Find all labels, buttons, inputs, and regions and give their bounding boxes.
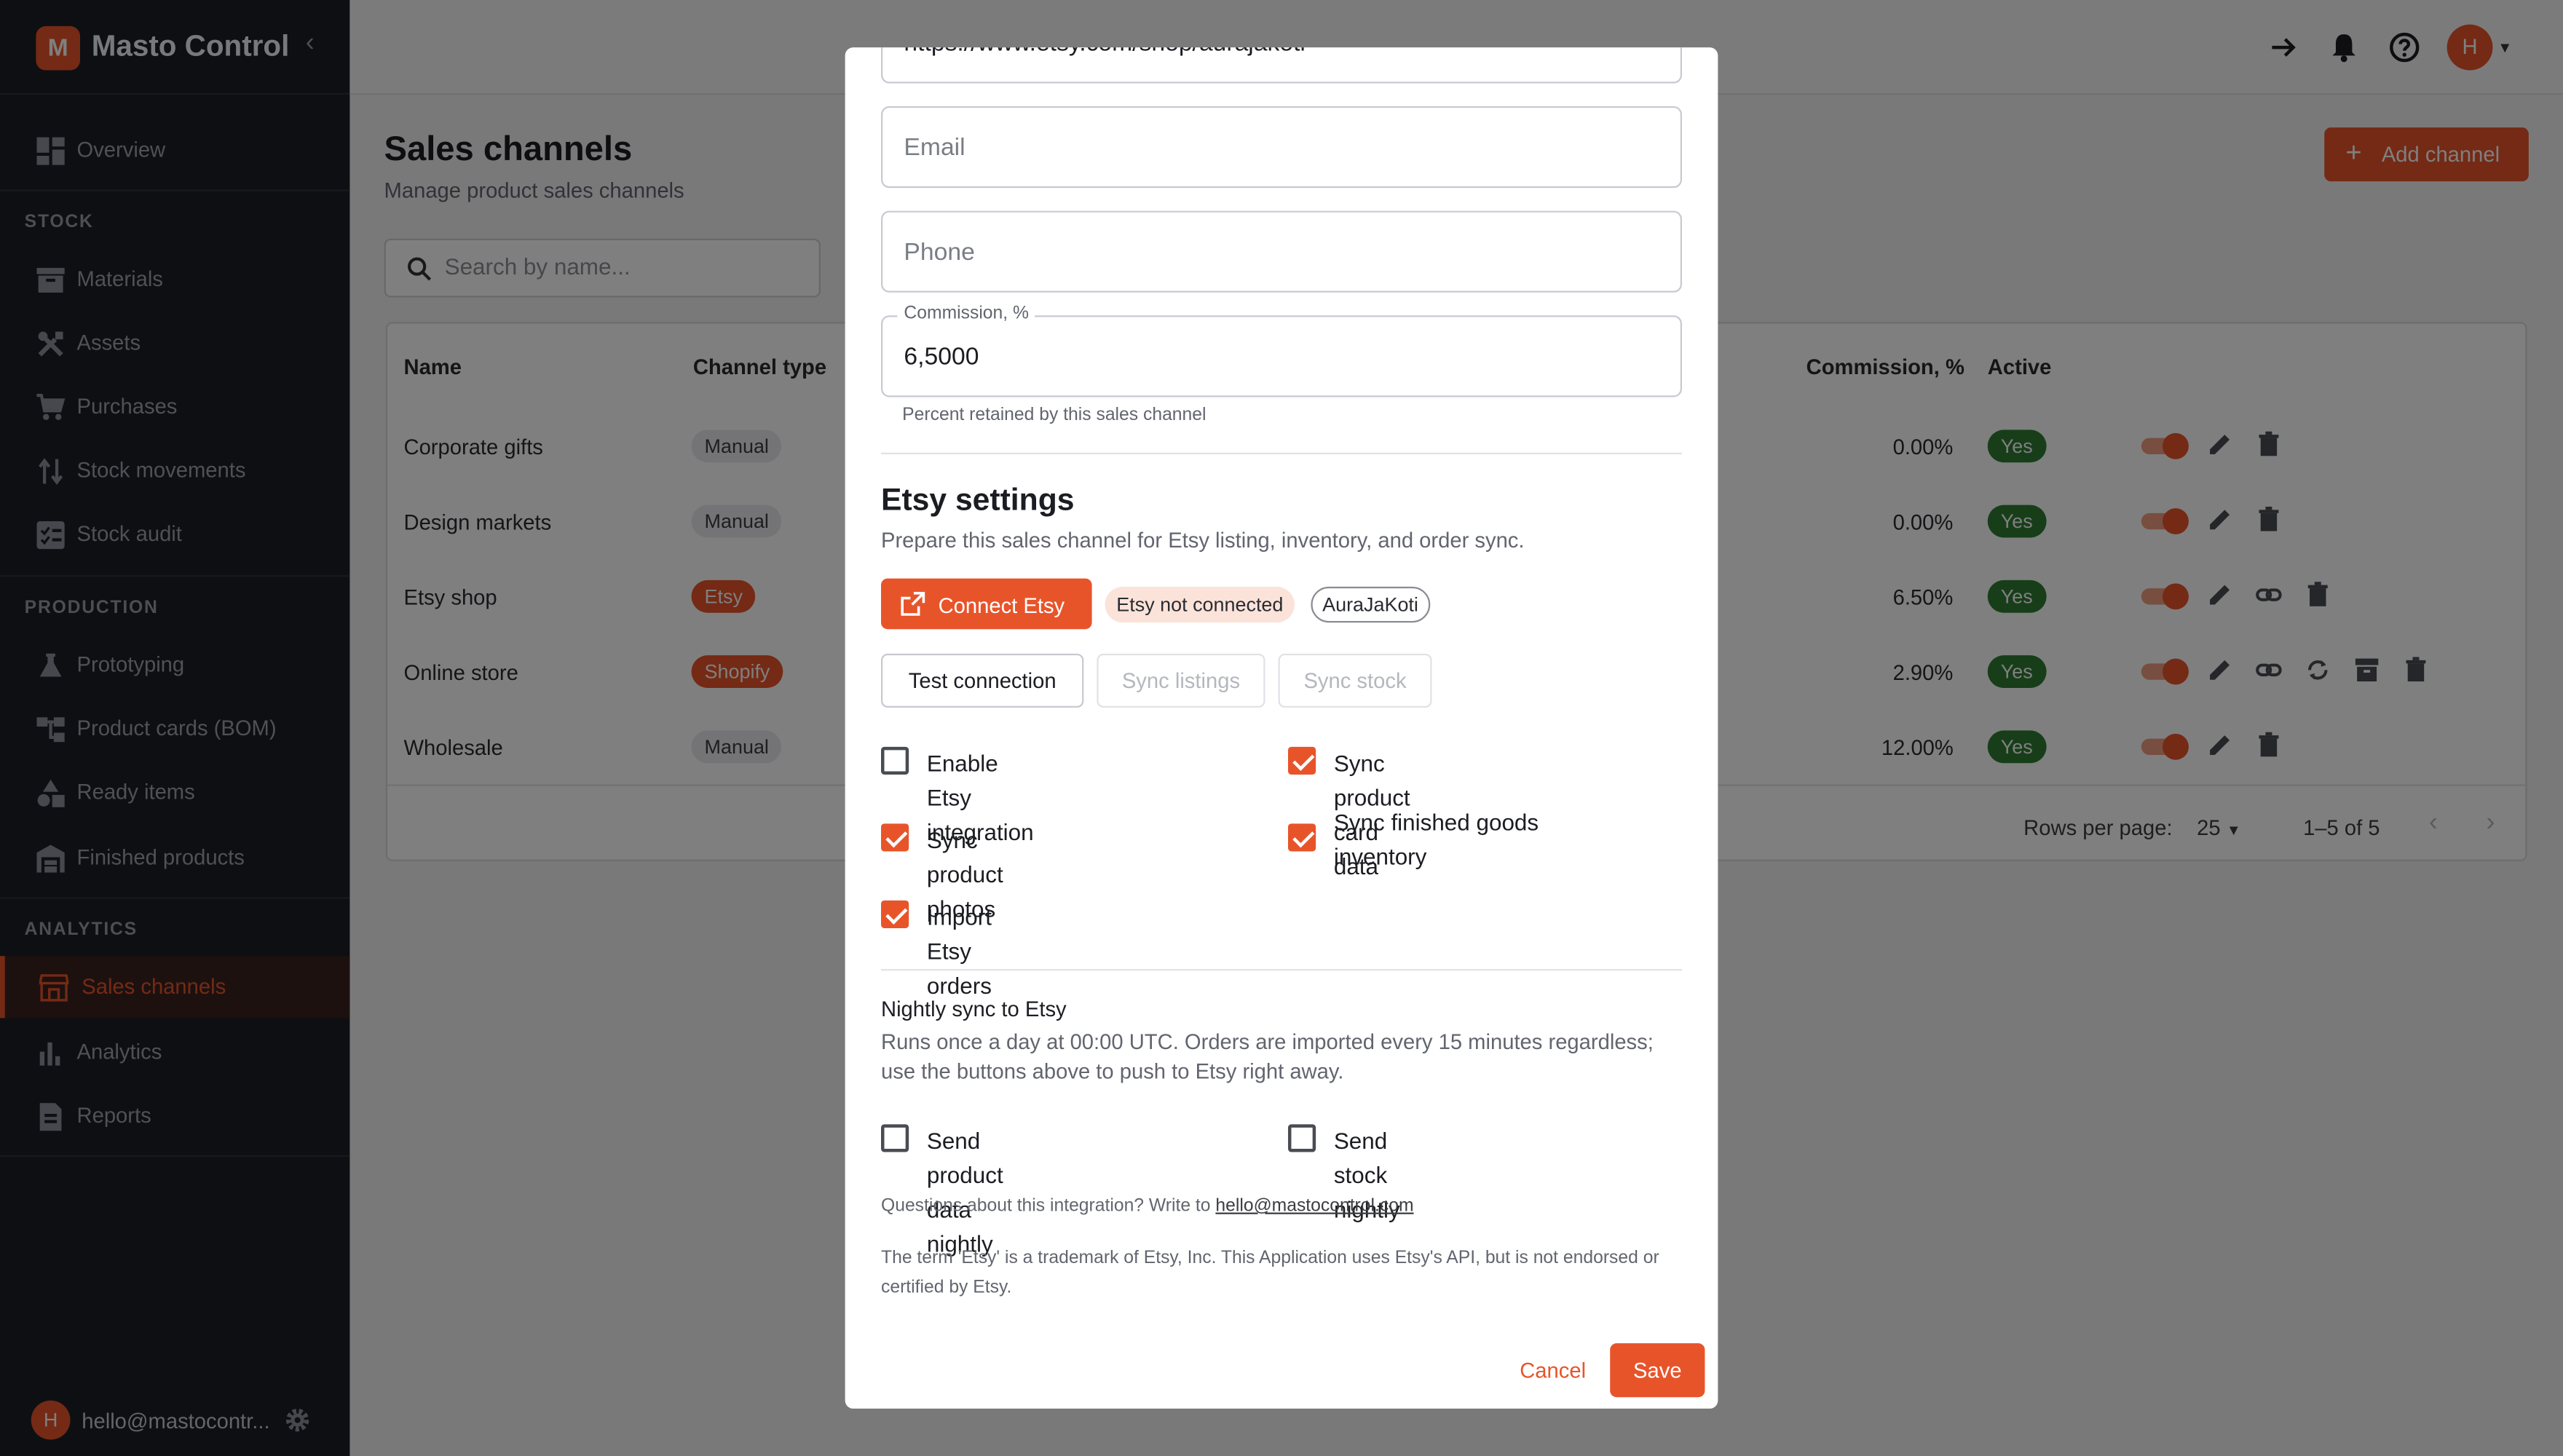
commission-helper: Percent retained by this sales channel [902,405,1207,425]
email-field[interactable]: Email [881,106,1683,189]
phone-field[interactable]: Phone [881,210,1683,293]
commission-label: Commission, % [897,304,1035,324]
cancel-button[interactable]: Cancel [1502,1343,1603,1397]
trademark-note: The term 'Etsy' is a trademark of Etsy, … [881,1248,1659,1298]
commission-value: 6,5000 [904,343,979,371]
nightly-sync-title: Nightly sync to Etsy [881,997,1067,1021]
sync-stock-button[interactable]: Sync stock [1278,653,1432,708]
checkbox-box [881,1124,909,1152]
shop-url-value: https://www.etsy.com/shop/aurajakoti [904,47,1306,57]
checkbox-box [1287,823,1316,852]
checkbox-box [1287,1124,1316,1152]
test-connection-button[interactable]: Test connection [881,653,1084,708]
checkbox-box [1287,746,1316,775]
sync-listings-button[interactable]: Sync listings [1097,653,1265,708]
edit-channel-dialog: https://www.etsy.com/shop/aurajakoti Ema… [845,47,1718,1409]
divider [881,452,1683,455]
connect-etsy-button[interactable]: Connect Etsy [881,578,1092,630]
etsy-settings-title: Etsy settings [881,483,1075,518]
checkbox-box [881,900,909,928]
shop-url-field[interactable]: https://www.etsy.com/shop/aurajakoti [881,47,1683,84]
external-link-icon [901,592,925,616]
checkbox-label: Sync finished goods inventory [1333,809,1539,870]
checkbox-box [881,746,909,775]
shop-name-chip: AuraJaKoti [1311,586,1430,623]
divider [881,969,1683,971]
support-email-link[interactable]: hello@mastocontrol.com [1215,1196,1413,1216]
phone-placeholder: Phone [904,238,975,266]
checkbox-label: Import Etsy orders [926,903,992,999]
commission-field[interactable]: Commission, % 6,5000 [881,304,1683,397]
connection-status-badge: Etsy not connected [1105,586,1295,623]
email-placeholder: Email [904,134,965,162]
checkbox-box [881,823,909,852]
etsy-settings-subtitle: Prepare this sales channel for Etsy list… [881,528,1525,553]
questions-text: Questions about this integration? Write … [881,1196,1211,1216]
save-button[interactable]: Save [1610,1343,1705,1398]
nightly-sync-description: Runs once a day at 00:00 UTC. Orders are… [881,1029,1654,1084]
connect-etsy-label: Connect Etsy [938,593,1065,618]
integration-questions-note: Questions about this integration? Write … [881,1191,1682,1220]
